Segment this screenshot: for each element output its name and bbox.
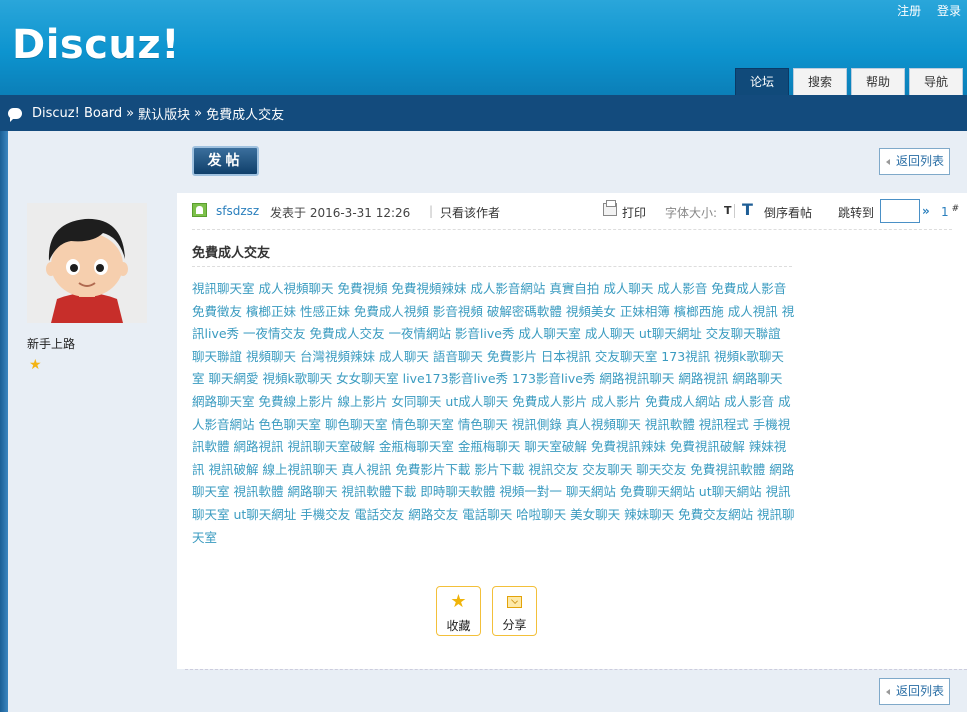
main-nav: 论坛 搜索 帮助 导航 xyxy=(735,68,963,95)
jump-go-button[interactable]: » xyxy=(922,204,930,218)
author-rank-title: 新手上路 xyxy=(27,337,76,351)
nav-tab-navigation[interactable]: 导航 xyxy=(909,68,963,95)
back-to-list-button[interactable]: 返回列表 xyxy=(879,148,950,175)
print-link[interactable]: 打印 xyxy=(622,204,646,221)
login-link[interactable]: 登录 xyxy=(937,4,961,18)
favorite-button[interactable]: ★ 收藏 xyxy=(436,586,481,636)
chat-bubble-icon xyxy=(8,107,22,122)
nav-tab-forum[interactable]: 论坛 xyxy=(735,68,789,95)
post-meta-bar: sfsdzsz 发表于 2016-3-31 12:26 | 只看该作者 打印 字… xyxy=(192,199,959,223)
thread-bottom-bar: 返回列表 xyxy=(8,669,967,712)
breadcrumb: Discuz! Board » 默认版块 » 免費成人交友 xyxy=(0,95,967,131)
print-icon[interactable] xyxy=(603,200,617,216)
post-author-link[interactable]: sfsdzsz xyxy=(216,204,259,218)
reverse-order-link[interactable]: 倒序看帖 xyxy=(764,204,812,221)
post-title: 免費成人交友 xyxy=(192,246,271,261)
nav-tab-search[interactable]: 搜索 xyxy=(793,68,847,95)
font-small-button[interactable]: T xyxy=(724,204,732,217)
only-author-link[interactable]: 只看该作者 xyxy=(440,204,500,221)
site-logo[interactable]: Discuz! xyxy=(12,22,180,68)
post-body: 視訊聊天室 成人視頻聊天 免費視頻 免費視頻辣妹 成人影音網站 真實自拍 成人聊… xyxy=(192,281,795,545)
new-post-button[interactable]: 发帖 xyxy=(192,146,259,176)
share-label: 分享 xyxy=(502,618,527,632)
jump-floor-input[interactable] xyxy=(880,199,920,223)
divider xyxy=(192,266,792,267)
back-to-list-button-bottom[interactable]: 返回列表 xyxy=(879,678,950,705)
divider xyxy=(185,669,967,670)
nav-tab-help[interactable]: 帮助 xyxy=(851,68,905,95)
post-content-panel: sfsdzsz 发表于 2016-3-31 12:26 | 只看该作者 打印 字… xyxy=(177,193,967,669)
star-icon: ★ xyxy=(450,591,467,612)
breadcrumb-separator: » xyxy=(126,105,135,121)
breadcrumb-home[interactable]: Discuz! Board xyxy=(32,106,122,121)
favorite-label: 收藏 xyxy=(446,619,471,633)
user-online-icon xyxy=(192,203,207,217)
left-decor-strip xyxy=(0,131,8,712)
share-button[interactable]: 分享 xyxy=(492,586,537,636)
font-divider xyxy=(734,204,735,218)
post-date: 发表于 2016-3-31 12:26 xyxy=(270,206,411,220)
floor-number[interactable]: 1 # xyxy=(941,204,959,219)
breadcrumb-forum[interactable]: 默认版块 xyxy=(138,104,190,123)
breadcrumb-separator: » xyxy=(194,105,203,121)
avatar[interactable] xyxy=(27,203,147,323)
top-links: 注册 登录 xyxy=(885,2,961,19)
floor-number-value[interactable]: 1 xyxy=(941,205,949,219)
post-author-panel: 新手上路 ★ xyxy=(8,193,177,669)
envelope-icon xyxy=(507,596,522,608)
star-icon: ★ xyxy=(29,357,42,373)
font-big-button[interactable]: T xyxy=(742,200,753,219)
thread-action-bar: 发帖 返回列表 xyxy=(8,131,967,193)
font-size-label: 字体大小: xyxy=(665,206,718,220)
jump-to-label: 跳转到 xyxy=(838,206,875,220)
meta-divider: | xyxy=(429,204,434,218)
site-header: Discuz! 注册 登录 论坛 搜索 帮助 导航 xyxy=(0,0,967,95)
divider xyxy=(192,229,952,230)
floor-mark: # xyxy=(951,204,960,214)
breadcrumb-thread: 免費成人交友 xyxy=(206,107,285,123)
register-link[interactable]: 注册 xyxy=(897,4,921,18)
